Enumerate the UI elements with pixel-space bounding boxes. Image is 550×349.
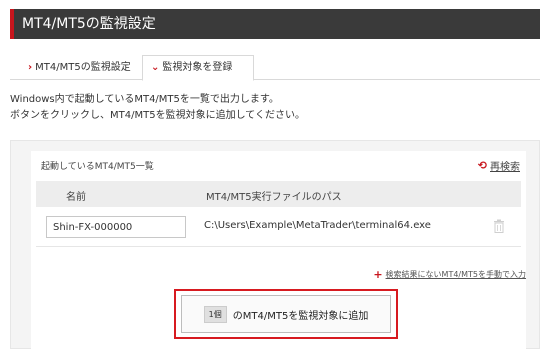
terminal-name-input[interactable] bbox=[46, 216, 186, 238]
tab-monitor-settings[interactable]: › MT4/MT5の監視設定 bbox=[28, 55, 131, 80]
chevron-right-icon: › bbox=[28, 61, 33, 73]
column-header-path: MT4/MT5実行ファイルのパス bbox=[206, 192, 342, 203]
manual-entry-label: 検索結果にないMT4/MT5を手動で入力 bbox=[385, 270, 526, 279]
add-button-label: のMT4/MT5を監視対象に追加 bbox=[232, 310, 369, 322]
refresh-icon: ⟲ bbox=[477, 159, 487, 172]
chevron-down-icon: ⌄ bbox=[151, 62, 160, 73]
add-button-highlight: 1個 のMT4/MT5を監視対象に追加 bbox=[174, 289, 398, 339]
page-title: MT4/MT5の監視設定 bbox=[22, 16, 156, 32]
description-line: Windows内で起動しているMT4/MT5を一覧で出力します。 bbox=[10, 94, 279, 105]
tab-label: 監視対象を登録 bbox=[162, 62, 233, 73]
tab-label: MT4/MT5の監視設定 bbox=[35, 61, 131, 73]
list-title: 起動しているMT4/MT5一覧 bbox=[41, 162, 154, 172]
terminal-path: C:\Users\Example\MetaTrader\terminal64.e… bbox=[204, 220, 431, 231]
table-row: C:\Users\Example\MetaTrader\terminal64.e… bbox=[36, 207, 521, 247]
terminal-list-card: 起動しているMT4/MT5一覧 ⟲ 再検索 名前 MT4/MT5実行ファイルのパ… bbox=[31, 151, 526, 349]
trash-icon[interactable] bbox=[493, 219, 505, 233]
rescan-label: 再検索 bbox=[490, 162, 520, 173]
page-header: MT4/MT5の監視設定 bbox=[10, 9, 540, 39]
manual-entry-link[interactable]: + 検索結果にないMT4/MT5を手動で入力 bbox=[373, 268, 526, 281]
description-line: ボタンをクリックし、MT4/MT5を監視対象に追加してください。 bbox=[10, 110, 305, 121]
rescan-link[interactable]: ⟲ 再検索 bbox=[478, 158, 520, 173]
count-badge: 1個 bbox=[203, 305, 227, 323]
tab-register-target[interactable]: ⌄ 監視対象を登録 bbox=[142, 55, 254, 81]
tab-bar: › MT4/MT5の監視設定 ⌄ 監視対象を登録 bbox=[10, 55, 540, 81]
add-to-monitoring-button[interactable]: 1個 のMT4/MT5を監視対象に追加 bbox=[181, 295, 391, 333]
column-header-name: 名前 bbox=[66, 192, 86, 203]
table-header: 名前 MT4/MT5実行ファイルのパス bbox=[36, 181, 521, 207]
description: Windows内で起動しているMT4/MT5を一覧で出力します。 ボタンをクリッ… bbox=[10, 92, 305, 124]
terminal-list-panel: 起動しているMT4/MT5一覧 ⟲ 再検索 名前 MT4/MT5実行ファイルのパ… bbox=[10, 140, 540, 349]
plus-icon: + bbox=[373, 268, 383, 281]
